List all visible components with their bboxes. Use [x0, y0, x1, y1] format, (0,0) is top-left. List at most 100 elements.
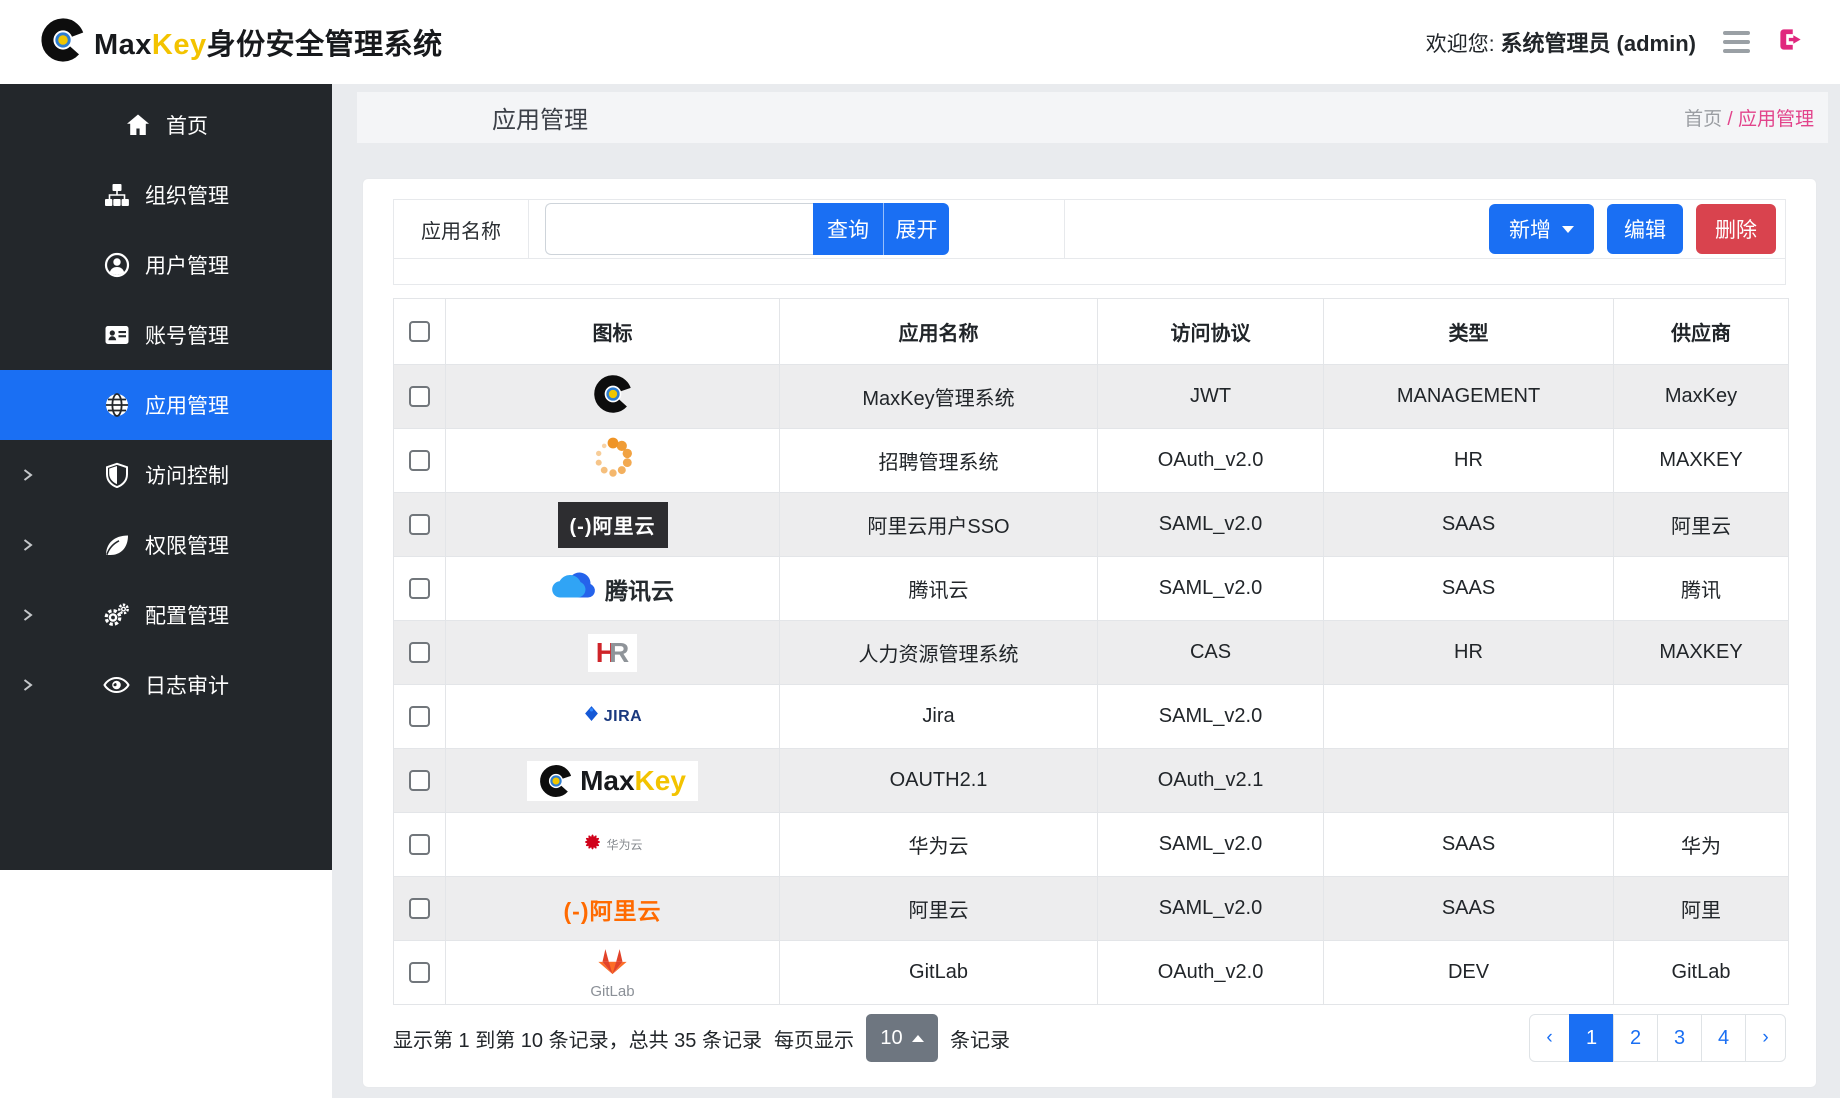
vendor-cell: MAXKEY: [1614, 429, 1789, 493]
row-checkbox[interactable]: [409, 642, 430, 663]
protocol-cell: OAuth_v2.1: [1098, 749, 1324, 813]
pagination-next-button[interactable]: ›: [1745, 1014, 1786, 1062]
protocol-cell: SAML_v2.0: [1098, 877, 1324, 941]
column-header: 应用名称: [780, 299, 1098, 365]
pagination-prev-button[interactable]: ‹: [1529, 1014, 1570, 1062]
page-title: 应用管理: [492, 100, 588, 135]
page-button-2[interactable]: 2: [1613, 1014, 1658, 1062]
chevron-right-icon: [20, 467, 35, 483]
sidebar: 首页组织管理用户管理账号管理应用管理访问控制权限管理配置管理日志审计: [0, 84, 332, 870]
sidebar-item-home[interactable]: 首页: [0, 90, 332, 160]
sidebar-item-app[interactable]: 应用管理: [0, 370, 332, 440]
sidebar-item-access[interactable]: 访问控制: [0, 440, 332, 510]
app-name-cell: MaxKey管理系统: [780, 365, 1098, 429]
row-checkbox[interactable]: [409, 898, 430, 919]
page-header: 应用管理 首页 / 应用管理: [357, 92, 1828, 143]
chevron-right-icon: [20, 677, 35, 693]
select-all-checkbox[interactable]: [409, 321, 430, 342]
table-row[interactable]: (-)阿里云阿里云SAML_v2.0SAAS阿里: [394, 877, 1789, 941]
app-name-cell: Jira: [780, 685, 1098, 749]
user-icon: [103, 252, 130, 278]
sidebar-item-label: 应用管理: [145, 390, 229, 420]
breadcrumb-home[interactable]: 首页: [1684, 109, 1722, 130]
page-button-1[interactable]: 1: [1569, 1014, 1614, 1062]
vendor-cell: 腾讯: [1614, 557, 1789, 621]
table-row[interactable]: 招聘管理系统OAuth_v2.0HRMAXKEY: [394, 429, 1789, 493]
sidebar-item-config[interactable]: 配置管理: [0, 580, 332, 650]
vendor-cell: [1614, 749, 1789, 813]
page-button-4[interactable]: 4: [1701, 1014, 1746, 1062]
protocol-cell: OAuth_v2.0: [1098, 429, 1324, 493]
query-button[interactable]: 查询: [813, 203, 883, 255]
protocol-cell: SAML_v2.0: [1098, 493, 1324, 557]
caret-up-icon: [912, 1035, 924, 1042]
gitlab-fox-icon: [595, 945, 630, 982]
search-input[interactable]: [545, 203, 813, 255]
breadcrumb-current: 应用管理: [1738, 109, 1814, 130]
table-row[interactable]: JIRAJiraSAML_v2.0: [394, 685, 1789, 749]
huawei-flower-icon: [582, 833, 603, 857]
caret-down-icon: [1562, 226, 1574, 233]
menu-toggle-icon[interactable]: [1723, 31, 1750, 53]
sidebar-item-label: 账号管理: [145, 320, 229, 350]
table-row[interactable]: MaxKeyOAUTH2.1OAuth_v2.1: [394, 749, 1789, 813]
brand-title: MaxKey身份安全管理系统: [94, 21, 443, 63]
page-size-select[interactable]: 10: [866, 1014, 938, 1062]
vendor-cell: 华为: [1614, 813, 1789, 877]
row-checkbox[interactable]: [409, 834, 430, 855]
row-checkbox[interactable]: [409, 386, 430, 407]
type-cell: HR: [1324, 429, 1614, 493]
protocol-cell: SAML_v2.0: [1098, 813, 1324, 877]
sidebar-item-label: 首页: [166, 110, 208, 140]
row-checkbox[interactable]: [409, 962, 430, 983]
globe-icon: [103, 392, 130, 418]
page-button-3[interactable]: 3: [1657, 1014, 1702, 1062]
type-cell: [1324, 685, 1614, 749]
toolbar: 应用名称 查询 展开 新增 编辑 删除: [393, 199, 1786, 259]
logout-icon[interactable]: [1777, 26, 1804, 58]
app-name-cell: 招聘管理系统: [780, 429, 1098, 493]
sidebar-item-label: 组织管理: [145, 180, 229, 210]
row-checkbox[interactable]: [409, 706, 430, 727]
protocol-cell: JWT: [1098, 365, 1324, 429]
content-card: 应用名称 查询 展开 新增 编辑 删除: [362, 178, 1817, 1088]
sidebar-item-account[interactable]: 账号管理: [0, 300, 332, 370]
eye-icon: [103, 672, 130, 698]
delete-button[interactable]: 删除: [1696, 204, 1776, 254]
vendor-cell: MaxKey: [1614, 365, 1789, 429]
maxkey-app-logo: [593, 374, 633, 420]
tencent-cloud-logo: 腾讯云: [551, 569, 674, 608]
sidebar-item-label: 日志审计: [145, 670, 229, 700]
edit-button[interactable]: 编辑: [1607, 204, 1683, 254]
row-checkbox[interactable]: [409, 770, 430, 791]
table-row[interactable]: GitLabGitLabOAuth_v2.0DEVGitLab: [394, 941, 1789, 1005]
expand-button[interactable]: 展开: [883, 203, 949, 255]
records-summary: 显示第 1 到第 10 条记录，总共 35 条记录 每页显示 10 条记录: [393, 1014, 1010, 1062]
table-row[interactable]: MaxKey管理系统JWTMANAGEMENTMaxKey: [394, 365, 1789, 429]
table-row[interactable]: HR人力资源管理系统CASHRMAXKEY: [394, 621, 1789, 685]
huawei-cloud-logo: 华为云: [582, 833, 642, 857]
loading-spinner-icon: [591, 436, 635, 486]
row-checkbox[interactable]: [409, 450, 430, 471]
sitemap-icon: [103, 182, 130, 208]
hr-logo: HR: [588, 634, 637, 672]
sidebar-item-audit[interactable]: 日志审计: [0, 650, 332, 720]
add-button[interactable]: 新增: [1489, 204, 1594, 254]
table-row[interactable]: (-)阿里云阿里云用户SSOSAML_v2.0SAAS阿里云: [394, 493, 1789, 557]
row-checkbox[interactable]: [409, 578, 430, 599]
type-cell: [1324, 749, 1614, 813]
sidebar-item-user[interactable]: 用户管理: [0, 230, 332, 300]
gitlab-logo: GitLab: [590, 945, 634, 1000]
sidebar-item-org[interactable]: 组织管理: [0, 160, 332, 230]
row-checkbox[interactable]: [409, 514, 430, 535]
table-row[interactable]: 腾讯云腾讯云SAML_v2.0SAAS腾讯: [394, 557, 1789, 621]
cloud-icon: [551, 569, 597, 608]
idcard-icon: [103, 322, 130, 348]
sidebar-item-label: 访问控制: [145, 460, 229, 490]
app-name-cell: 人力资源管理系统: [780, 621, 1098, 685]
sidebar-item-perm[interactable]: 权限管理: [0, 510, 332, 580]
table-row[interactable]: 华为云华为云SAML_v2.0SAAS华为: [394, 813, 1789, 877]
jira-glyph-icon: [583, 705, 600, 728]
app-name-cell: 阿里云用户SSO: [780, 493, 1098, 557]
main-area: 应用管理 首页 / 应用管理 应用名称 查询 展开 新增 编辑 删除: [332, 84, 1840, 1098]
